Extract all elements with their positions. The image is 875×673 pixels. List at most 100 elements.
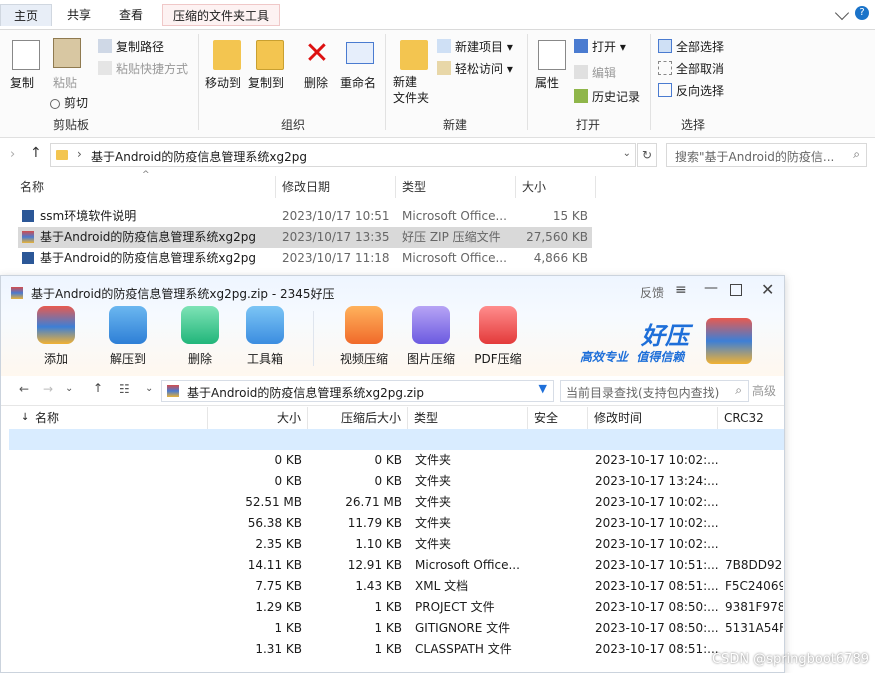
zip-entry-size: 14.11 KB [247,558,302,572]
up-arrow-icon[interactable]: ↑ [30,145,42,161]
toolbox-button[interactable]: 工具箱 [235,306,295,367]
chevron-down-icon[interactable]: ⌄ [623,148,631,159]
word-doc-icon [22,252,34,264]
copy-path-icon [98,39,112,53]
image-icon [412,306,450,344]
select-none-icon [658,61,672,75]
tab-view[interactable]: 查看 [110,4,152,26]
close-icon[interactable]: ✕ [761,280,774,299]
zip-entry-type: XML 文档 [415,579,469,593]
zip-entry-type: CLASSPATH 文件 [415,642,512,656]
menu-icon[interactable]: ≡ [675,282,687,298]
paste-icon [53,38,81,68]
invert-selection-button[interactable]: 反向选择 [658,82,724,99]
maximize-icon[interactable] [730,284,742,296]
rename-button[interactable]: 重命名 [340,74,376,91]
zip-entry-type: 文件夹 [415,516,452,530]
help-icon[interactable]: ? [855,6,869,20]
move-to-icon [213,40,241,70]
tab-home[interactable]: 主页 [0,4,52,26]
file-row[interactable]: 基于Android的防疫信息管理系统xg2pg 2023/10/17 13:35… [18,227,592,248]
zip-entry-type: 文件夹 [415,537,452,551]
back-arrow-icon[interactable]: ← [19,382,29,396]
tab-compressed-folder-tools[interactable]: 压缩的文件夹工具 [162,4,281,26]
refresh-icon[interactable]: ↻ [637,143,657,167]
select-none-button[interactable]: 全部取消 [658,60,724,77]
chevron-down-icon[interactable] [834,5,850,21]
copy-icon [12,40,40,70]
dropdown-arrow-icon[interactable]: ▼ [539,382,547,395]
copy-path-button[interactable]: 复制路径 [98,38,164,55]
pdf-compress-button[interactable]: PDF压缩 [468,306,528,367]
zip-path-field[interactable]: 基于Android的防疫信息管理系统xg2pg.zip ▼ [161,380,554,402]
new-item-button[interactable]: 新建项目 ▾ [437,38,513,55]
video-compress-button[interactable]: 视频压缩 [334,306,394,367]
easy-access-button[interactable]: 轻松访问 ▾ [437,60,513,77]
copy-button[interactable]: 复制 [10,74,34,91]
search-input[interactable]: 搜索"基于Android的防疫信... ⌕ [666,143,867,167]
file-row[interactable]: 基于Android的防疫信息管理系统xg2pg 2023/10/17 11:18… [18,248,592,269]
word-doc-icon [22,210,34,222]
address-field[interactable]: › 基于Android的防疫信息管理系统xg2pg ⌄ [50,143,636,167]
col-name[interactable]: 名称 [20,178,44,200]
open-button[interactable]: 打开 ▾ [574,38,626,55]
zip-row[interactable]: .gitignore 1 KB 1 KB GITIGNORE 文件 2023-1… [9,618,784,639]
zip-row[interactable]: ssmi89oxms9 0 KB 0 KB 文件夹 2023-10-17 13:… [9,471,784,492]
cut-button[interactable]: 剪切 [50,94,88,111]
zip-col-size[interactable]: 大小 [208,407,308,429]
zip-col-name[interactable]: ↓ 名称 [9,407,208,429]
col-size[interactable]: 大小 [522,178,546,200]
history-button[interactable]: 历史记录 [574,88,640,105]
chevron-down-icon[interactable]: ⌄ [145,383,153,394]
tab-share[interactable]: 共享 [58,4,100,26]
dropdown-icon[interactable]: ⌄ [65,383,73,394]
zip-row[interactable]: ssm环境软件说明.docx 14.11 KB 12.91 KB Microso… [9,555,784,576]
zip-col-packed[interactable]: 压缩后大小 [308,407,408,429]
extract-to-button[interactable]: 解压到 [98,306,158,367]
zip-delete-button[interactable]: 删除 [170,306,230,367]
edit-button[interactable]: 编辑 [574,64,616,81]
zip-row[interactable]: ..(上层目录) [9,429,784,450]
properties-icon [538,40,566,70]
minimize-icon[interactable]: — [704,280,718,296]
zip-row[interactable]: db 56.38 KB 11.79 KB 文件夹 2023-10-17 10:0… [9,513,784,534]
advanced-search-link[interactable]: 高级 [752,382,776,399]
zip-row[interactable]: .project 1.29 KB 1 KB PROJECT 文件 2023-10… [9,597,784,618]
delete-button[interactable]: 删除 [304,74,328,91]
select-all-button[interactable]: 全部选择 [658,38,724,55]
file-row[interactable]: ssm环境软件说明 2023/10/17 10:51 Microsoft Off… [18,206,592,227]
video-icon [345,306,383,344]
zip-col-modified[interactable]: 修改时间 [588,407,718,429]
zip-col-crc32[interactable]: CRC32 [718,407,784,429]
zip-col-type[interactable]: 类型 [408,407,528,429]
paste-shortcut-button[interactable]: 粘贴快捷方式 [98,60,188,77]
zip-row[interactable]: src 52.51 MB 26.71 MB 文件夹 2023-10-17 10:… [9,492,784,513]
zip-entry-type: GITIGNORE 文件 [415,621,511,635]
zip-entry-size: 1.29 KB [255,600,302,614]
breadcrumb-separator: › [77,147,82,161]
forward-arrow-icon[interactable]: → [43,382,53,396]
zip-entry-packed: 1.43 KB [355,579,402,593]
zip-row[interactable]: .classpath 1.31 KB 1 KB CLASSPATH 文件 202… [9,639,784,660]
file-name: 基于Android的防疫信息管理系统xg2pg [40,230,256,244]
new-folder-button[interactable]: 新建 文件夹 [393,74,429,106]
properties-button[interactable]: 属性 [535,74,559,91]
paste-button[interactable]: 粘贴 [53,74,77,91]
zip-search-input[interactable]: 当前目录查找(支持包内查找) ⌕ [560,380,749,402]
image-compress-button[interactable]: 图片压缩 [401,306,461,367]
zip-row[interactable]: pom.xml 7.75 KB 1.43 KB XML 文档 2023-10-1… [9,576,784,597]
zip-row[interactable]: .settings 2.35 KB 1.10 KB 文件夹 2023-10-17… [9,534,784,555]
zip-row[interactable]: target 0 KB 0 KB 文件夹 2023-10-17 10:02:..… [9,450,784,471]
move-to-button[interactable]: 移动到 [205,74,241,91]
col-type[interactable]: 类型 [402,178,426,200]
zip-col-security[interactable]: 安全 [528,407,588,429]
add-button[interactable]: 添加 [26,306,86,367]
haozip-header: 基于Android的防疫信息管理系统xg2pg.zip - 2345好压 反馈 … [1,276,784,376]
up-arrow-icon[interactable]: ↑ [93,381,103,395]
feedback-link[interactable]: 反馈 [640,284,664,301]
view-mode-icon[interactable]: ☷ [119,382,130,396]
col-date[interactable]: 修改日期 [282,178,330,200]
copy-to-button[interactable]: 复制到 [248,74,284,91]
back-arrow-icon[interactable]: › [10,147,15,162]
column-divider [395,176,396,198]
